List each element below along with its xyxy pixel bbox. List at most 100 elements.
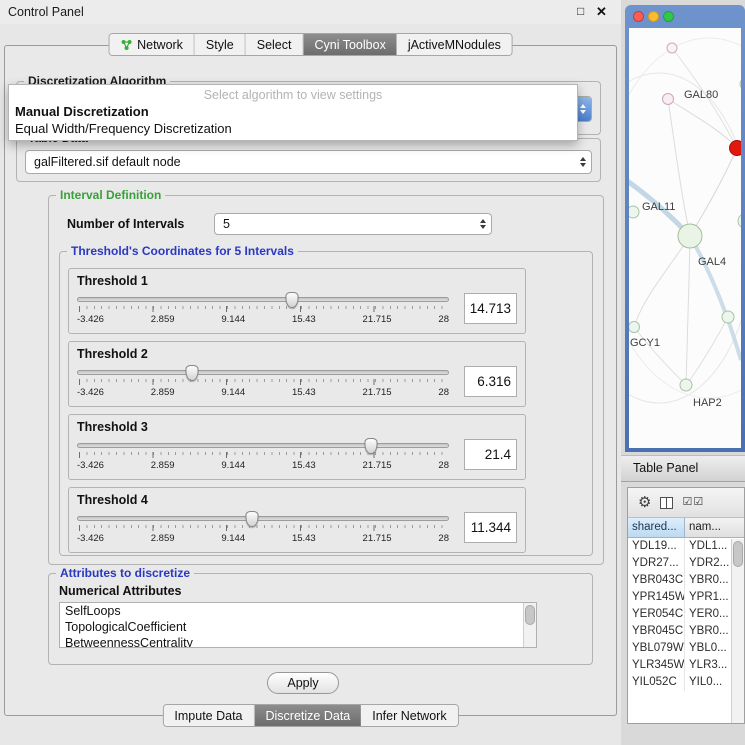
table-data-combo[interactable]: galFiltered.sif default node (25, 150, 592, 174)
list-item[interactable]: SelfLoops (60, 603, 536, 619)
threshold-value-field[interactable]: 6.316 (464, 366, 517, 397)
slider-track[interactable] (77, 297, 449, 302)
cell[interactable]: YIL052C (628, 674, 685, 691)
bottom-tab-bar: Impute Data Discretize Data Infer Networ… (162, 704, 458, 727)
slider-ticks (79, 306, 447, 312)
scale-label: 9.144 (221, 460, 245, 471)
tab-select[interactable]: Select (246, 34, 304, 55)
dropdown-option[interactable]: Manual Discretization (9, 103, 577, 120)
node-label: GAL80 (684, 89, 718, 101)
scale-label: 15.43 (292, 533, 316, 544)
gear-icon[interactable]: ⚙ (638, 495, 651, 510)
tab-style[interactable]: Style (195, 34, 246, 55)
threshold-value-field[interactable]: 14.713 (464, 293, 517, 324)
table-header-row: shared... nam... (628, 518, 744, 538)
table-row[interactable]: YDL19...YDL1... (628, 538, 744, 555)
attribute-list[interactable]: SelfLoops TopologicalCoefficient Between… (59, 602, 537, 648)
table-row[interactable]: YBR045CYBR0... (628, 623, 744, 640)
combo-stepper-icon[interactable] (574, 151, 591, 173)
network-node[interactable] (680, 379, 692, 391)
tab-jactivemnodules[interactable]: jActiveMNodules (397, 34, 512, 55)
threshold-value-field[interactable]: 21.4 (464, 439, 517, 470)
network-canvas[interactable]: GAL80 GAL11 GAL4 GCY1 HAP2 (629, 28, 741, 448)
list-item[interactable]: BetweennessCentrality (60, 635, 536, 648)
tab-network[interactable]: Network (109, 34, 195, 55)
threshold-slider[interactable]: -3.426 2.859 9.144 15.43 21.715 28 (77, 364, 449, 404)
columns-icon[interactable] (660, 497, 673, 509)
select-rows-icon[interactable]: ☑☑ (682, 497, 704, 508)
node-label: GAL4 (698, 256, 726, 268)
dropdown-prompt: Select algorithm to view settings (9, 85, 577, 103)
network-node-selected[interactable] (730, 141, 742, 156)
cell[interactable]: YLR345W (628, 657, 685, 674)
table-body: YDL19...YDL1... YDR27...YDR2... YBR043CY… (628, 538, 744, 691)
table-row[interactable]: YER054CYER0... (628, 606, 744, 623)
node-label: GAL11 (642, 201, 675, 213)
slider-track[interactable] (77, 443, 449, 448)
threshold-value-field[interactable]: 11.344 (464, 512, 517, 543)
cell[interactable]: YBR045C (628, 623, 685, 640)
slider-track[interactable] (77, 370, 449, 375)
scale-label: 28 (438, 533, 449, 544)
threshold-panel-4: Threshold 4 -3.426 2.859 9.144 15.43 21.… (68, 487, 526, 553)
table-panel-titlebar: Table Panel (621, 455, 745, 482)
scrollbar-thumb[interactable] (733, 541, 743, 567)
scrollbar-thumb[interactable] (525, 605, 535, 625)
close-window-icon[interactable] (633, 11, 644, 22)
float-window-button[interactable]: □ (577, 4, 584, 18)
table-row[interactable]: YLR345WYLR3... (628, 657, 744, 674)
scale-label: 28 (438, 314, 449, 325)
scale-label: 21.715 (363, 314, 392, 325)
list-item[interactable]: TopologicalCoefficient (60, 619, 536, 635)
tab-infer-network[interactable]: Infer Network (361, 705, 457, 726)
threshold-slider[interactable]: -3.426 2.859 9.144 15.43 21.715 28 (77, 510, 449, 550)
scale-label: 9.144 (221, 314, 245, 325)
tab-impute-data[interactable]: Impute Data (163, 705, 254, 726)
zoom-window-icon[interactable] (663, 11, 674, 22)
scale-label: 28 (438, 460, 449, 471)
network-node[interactable] (722, 311, 734, 323)
scale-label: -3.426 (77, 387, 104, 398)
network-node[interactable] (663, 94, 674, 105)
control-panel: Control Panel □ ✕ Discretization Algorit… (0, 0, 621, 745)
threshold-slider[interactable]: -3.426 2.859 9.144 15.43 21.715 28 (77, 437, 449, 477)
table-row[interactable]: YDR27...YDR2... (628, 555, 744, 572)
cell[interactable]: YDL19... (628, 538, 685, 555)
table-row[interactable]: YIL052CYIL0... (628, 674, 744, 691)
table-row[interactable]: YBR043CYBR0... (628, 572, 744, 589)
scale-label: -3.426 (77, 460, 104, 471)
threshold-label: Threshold 3 (77, 420, 148, 434)
column-header-name[interactable]: nam... (685, 518, 744, 537)
network-node[interactable] (629, 322, 640, 333)
apply-button[interactable]: Apply (267, 672, 339, 694)
network-node[interactable] (629, 206, 639, 218)
threshold-slider[interactable]: -3.426 2.859 9.144 15.43 21.715 28 (77, 291, 449, 331)
minimize-window-icon[interactable] (648, 11, 659, 22)
dropdown-option[interactable]: Equal Width/Frequency Discretization (9, 120, 577, 137)
threshold-panel-2: Threshold 2 -3.426 2.859 9.144 15.43 21.… (68, 341, 526, 407)
list-scrollbar[interactable] (523, 603, 536, 647)
table-scrollbar[interactable] (731, 539, 744, 723)
cell[interactable]: YER054C (628, 606, 685, 623)
network-node[interactable] (738, 214, 741, 228)
num-intervals-combo[interactable]: 5 (214, 213, 492, 235)
combo-stepper-icon[interactable] (474, 214, 491, 234)
cell[interactable]: YPR145W (628, 589, 685, 606)
network-node[interactable] (667, 43, 677, 53)
algorithm-dropdown-popup: Select algorithm to view settings Manual… (8, 84, 578, 141)
network-node[interactable] (678, 224, 702, 248)
close-panel-button[interactable]: ✕ (596, 4, 607, 20)
column-header-shared-name[interactable]: shared... (628, 518, 685, 537)
table-row[interactable]: YBL079WYBL0... (628, 640, 744, 657)
scale-label: 9.144 (221, 533, 245, 544)
tab-discretize-data[interactable]: Discretize Data (255, 705, 362, 726)
table-row[interactable]: YPR145WYPR1... (628, 589, 744, 606)
cell[interactable]: YDR27... (628, 555, 685, 572)
num-intervals-label: Number of Intervals (67, 217, 184, 231)
network-view-window[interactable]: GAL80 GAL11 GAL4 GCY1 HAP2 (625, 5, 745, 452)
slider-track[interactable] (77, 516, 449, 521)
cell[interactable]: YBR043C (628, 572, 685, 589)
network-node[interactable] (740, 78, 741, 90)
cell[interactable]: YBL079W (628, 640, 685, 657)
tab-cyni-toolbox[interactable]: Cyni Toolbox (303, 34, 396, 55)
